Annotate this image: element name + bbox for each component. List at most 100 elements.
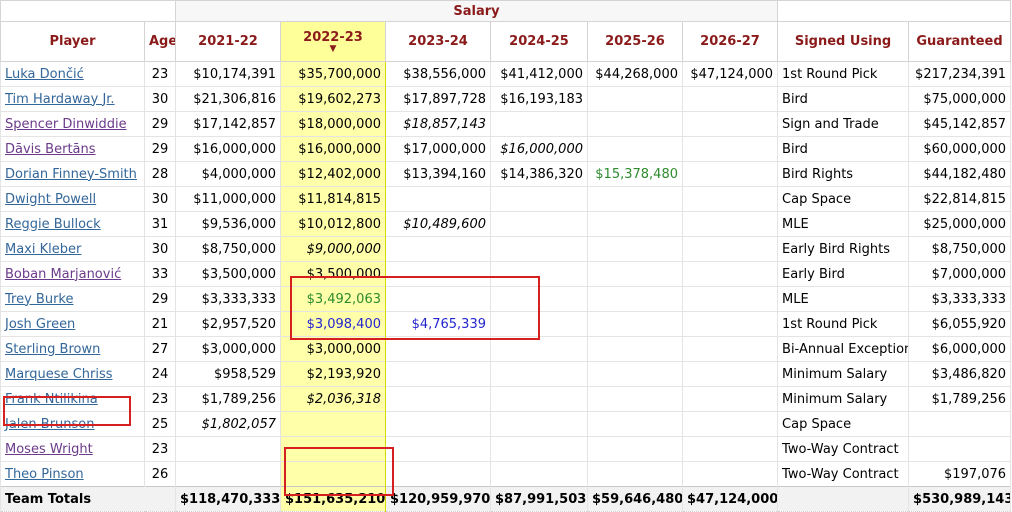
salary-cell-y2122: $10,174,391 bbox=[175, 61, 281, 87]
player-link[interactable]: Boban Marjanović bbox=[5, 267, 121, 282]
salary-cell-y2223: $2,193,920 bbox=[280, 361, 386, 387]
signed-using-cell: 1st Round Pick bbox=[777, 311, 910, 337]
col-header-2021-22[interactable]: 2021-22 bbox=[175, 21, 281, 62]
signed-using-cell: 1st Round Pick bbox=[777, 61, 910, 87]
table-row: Dāvis Bertāns 29 $16,000,000 $16,000,000 $17… bbox=[0, 136, 1012, 162]
salary-cell-y2627 bbox=[681, 236, 779, 262]
player-cell: Reggie Bullock bbox=[0, 211, 145, 237]
salary-cell-y2223: $3,098,400 bbox=[280, 311, 386, 337]
salary-cell-y2526 bbox=[587, 186, 683, 212]
salary-cell-y2122: $17,142,857 bbox=[175, 111, 281, 137]
col-header-2022-23[interactable]: 2022-23 ▼ bbox=[280, 21, 386, 62]
player-link[interactable]: Marquese Chriss bbox=[5, 367, 113, 382]
player-link[interactable]: Sterling Brown bbox=[5, 342, 100, 357]
salary-cell-y2526: $15,378,480 bbox=[587, 161, 683, 187]
player-cell: Theo Pinson bbox=[0, 461, 145, 487]
guaranteed-cell: $22,814,815 bbox=[908, 186, 1012, 212]
player-link[interactable]: Dwight Powell bbox=[5, 192, 96, 207]
player-link[interactable]: Tim Hardaway Jr. bbox=[5, 92, 115, 107]
salary-cell-y2425 bbox=[490, 336, 588, 362]
col-header-2026-27[interactable]: 2026-27 bbox=[681, 21, 779, 62]
team-totals-label: Team Totals bbox=[0, 486, 176, 512]
col-header-signed-using[interactable]: Signed Using bbox=[777, 21, 910, 62]
salary-cell-y2526 bbox=[587, 211, 683, 237]
salary-cell-y2425: $16,193,183 bbox=[490, 86, 588, 112]
salary-cell-y2122: $16,000,000 bbox=[175, 136, 281, 162]
total-cell-y2526: $59,646,480 bbox=[587, 486, 683, 512]
player-link[interactable]: Josh Green bbox=[5, 317, 75, 332]
salary-cell-y2223: $9,000,000 bbox=[280, 236, 386, 262]
table-row: Jalen Brunson 25 $1,802,057 Cap Space bbox=[0, 411, 1012, 437]
signed-using-cell: Early Bird bbox=[777, 261, 910, 287]
signed-using-cell: Two-Way Contract bbox=[777, 436, 910, 462]
guaranteed-cell: $44,182,480 bbox=[908, 161, 1012, 187]
col-header-2023-24[interactable]: 2023-24 bbox=[385, 21, 491, 62]
player-link[interactable]: Theo Pinson bbox=[5, 467, 84, 482]
salary-cell-y2526: $44,268,000 bbox=[587, 61, 683, 87]
player-link[interactable]: Trey Burke bbox=[5, 292, 73, 307]
player-link[interactable]: Frank Ntilikina bbox=[5, 392, 98, 407]
total-cell-y2223: $151,635,210 bbox=[280, 486, 386, 512]
header-group-row: Salary bbox=[0, 0, 1012, 22]
guaranteed-cell: $75,000,000 bbox=[908, 86, 1012, 112]
signed-using-cell: Sign and Trade bbox=[777, 111, 910, 137]
age-cell: 27 bbox=[144, 336, 176, 362]
age-cell: 21 bbox=[144, 311, 176, 337]
guaranteed-cell: $25,000,000 bbox=[908, 211, 1012, 237]
guaranteed-cell: $6,055,920 bbox=[908, 311, 1012, 337]
salary-cell-y2627 bbox=[681, 136, 779, 162]
salary-cell-y2122: $3,500,000 bbox=[175, 261, 281, 287]
player-link[interactable]: Reggie Bullock bbox=[5, 217, 101, 232]
player-link[interactable]: Moses Wright bbox=[5, 442, 93, 457]
salary-cell-y2223 bbox=[280, 411, 386, 437]
salary-cell-y2122 bbox=[175, 436, 281, 462]
age-cell: 29 bbox=[144, 111, 176, 137]
player-cell: Josh Green bbox=[0, 311, 145, 337]
table-row: Marquese Chriss 24 $958,529 $2,193,920 Minim… bbox=[0, 361, 1012, 387]
signed-using-cell: Cap Space bbox=[777, 411, 910, 437]
salary-cell-y2324: $13,394,160 bbox=[385, 161, 491, 187]
col-header-guaranteed[interactable]: Guaranteed bbox=[908, 21, 1012, 62]
player-cell: Marquese Chriss bbox=[0, 361, 145, 387]
col-header-age[interactable]: Age bbox=[144, 21, 176, 62]
salary-cell-y2122: $4,000,000 bbox=[175, 161, 281, 187]
table-row: Boban Marjanović 33 $3,500,000 $3,500,000 Ea… bbox=[0, 261, 1012, 287]
salary-cell-y2627: $47,124,000 bbox=[681, 61, 779, 87]
salary-cell-y2526 bbox=[587, 311, 683, 337]
table-row: Moses Wright 23 Two-Way Contract bbox=[0, 436, 1012, 462]
guaranteed-cell: $3,333,333 bbox=[908, 286, 1012, 312]
age-cell: 33 bbox=[144, 261, 176, 287]
col-header-2025-26[interactable]: 2025-26 bbox=[587, 21, 683, 62]
salary-cell-y2627 bbox=[681, 336, 779, 362]
signed-using-cell: Bird Rights bbox=[777, 161, 910, 187]
salary-cell-y2324: $17,897,728 bbox=[385, 86, 491, 112]
salary-cell-y2223 bbox=[280, 436, 386, 462]
signed-using-cell: Bird bbox=[777, 136, 910, 162]
salary-group-header: Salary bbox=[174, 0, 779, 22]
salary-cell-y2425 bbox=[490, 436, 588, 462]
salary-cell-y2526 bbox=[587, 336, 683, 362]
player-link[interactable]: Luka Dončić bbox=[5, 67, 84, 82]
player-cell: Dorian Finney-Smith bbox=[0, 161, 145, 187]
player-link[interactable]: Dorian Finney-Smith bbox=[5, 167, 137, 182]
salary-cell-y2324 bbox=[385, 361, 491, 387]
salary-cell-y2627 bbox=[681, 461, 779, 487]
col-header-player[interactable]: Player bbox=[0, 21, 145, 62]
salary-cell-y2223: $10,012,800 bbox=[280, 211, 386, 237]
salary-cell-y2425 bbox=[490, 461, 588, 487]
player-link[interactable]: Dāvis Bertāns bbox=[5, 142, 96, 157]
salary-cell-y2122: $8,750,000 bbox=[175, 236, 281, 262]
salary-cell-y2526 bbox=[587, 86, 683, 112]
salary-cell-y2223: $35,700,000 bbox=[280, 61, 386, 87]
salary-cell-y2324 bbox=[385, 261, 491, 287]
player-link[interactable]: Maxi Kleber bbox=[5, 242, 81, 257]
col-header-2024-25[interactable]: 2024-25 bbox=[490, 21, 588, 62]
salary-cell-y2324 bbox=[385, 186, 491, 212]
salary-cell-y2425: $41,412,000 bbox=[490, 61, 588, 87]
age-cell: 29 bbox=[144, 286, 176, 312]
player-cell: Frank Ntilikina bbox=[0, 386, 145, 412]
salary-cell-y2223: $3,000,000 bbox=[280, 336, 386, 362]
salary-cell-y2425 bbox=[490, 236, 588, 262]
player-link[interactable]: Spencer Dinwiddie bbox=[5, 117, 127, 132]
player-link[interactable]: Jalen Brunson bbox=[5, 417, 95, 432]
